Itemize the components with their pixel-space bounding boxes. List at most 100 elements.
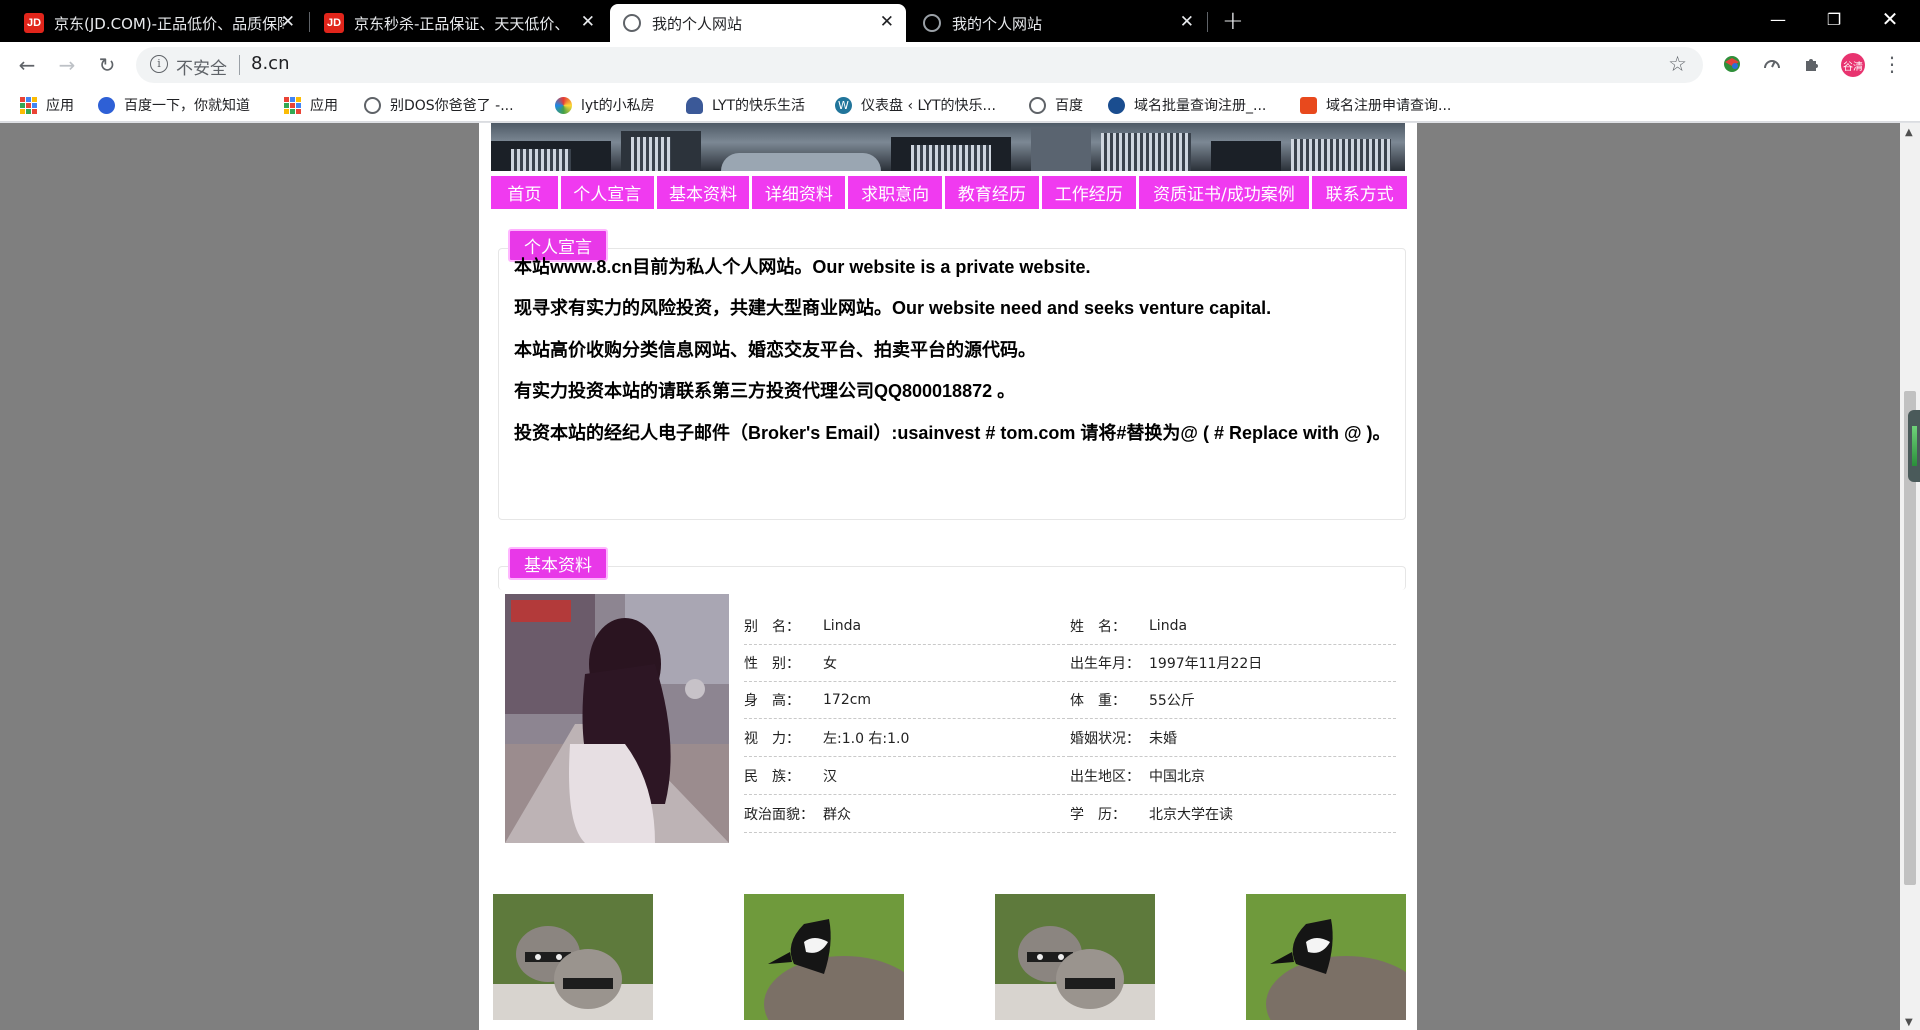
domain-register-icon bbox=[1300, 96, 1317, 114]
menu-kebab-icon[interactable]: ⋮ bbox=[1880, 52, 1904, 76]
bookmark-label: 应用 bbox=[46, 98, 74, 114]
bookmark-apps[interactable]: 应用 bbox=[20, 94, 74, 116]
close-tab-icon[interactable]: ✕ bbox=[1180, 13, 1194, 31]
speedometer-icon[interactable] bbox=[1760, 52, 1784, 76]
forward-arrow-icon[interactable]: → bbox=[52, 50, 82, 80]
nav-contact[interactable]: 联系方式 bbox=[1312, 176, 1408, 209]
bookmark-baidu[interactable]: 百度 bbox=[1029, 94, 1083, 116]
info-row: 学 历： 北京大学在读 bbox=[1070, 796, 1396, 833]
declaration-line: 本站高价收购分类信息网站、婚恋交友平台、拍卖平台的源代码。 bbox=[514, 340, 1036, 360]
tab-strip: JD 京东(JD.COM)-正品低价、品质保障 ✕ JD 京东秒杀-正品保证、天… bbox=[0, 0, 1920, 42]
info-row: 性 别： 女 bbox=[744, 645, 1070, 682]
reload-icon[interactable]: ↻ bbox=[92, 50, 122, 80]
profile-avatar[interactable]: 谷清 bbox=[1841, 53, 1865, 77]
bookmark-domain-register[interactable]: 域名注册申请查询... bbox=[1300, 94, 1451, 116]
info-label: 性 别： bbox=[744, 656, 800, 672]
bookmark-label: 别DOS你爸爸了 -... bbox=[390, 98, 514, 114]
info-value: 北京大学在读 bbox=[1149, 807, 1233, 823]
address-bar[interactable]: i 不安全 8.cn ☆ bbox=[136, 47, 1703, 83]
browser-tab-1[interactable]: JD 京东(JD.COM)-正品低价、品质保障 ✕ bbox=[12, 4, 307, 42]
wordpress-icon: W bbox=[835, 96, 852, 114]
bookmark-star-icon[interactable]: ☆ bbox=[1668, 52, 1687, 76]
flower-icon bbox=[555, 96, 572, 114]
minimize-icon[interactable]: — bbox=[1750, 0, 1806, 38]
bookmark-lyt-life[interactable]: LYT的快乐生活 bbox=[686, 94, 805, 116]
restore-icon[interactable]: ❐ bbox=[1806, 0, 1862, 38]
new-tab-plus-icon[interactable]: + bbox=[1222, 6, 1244, 36]
info-row: 身 高： 172cm bbox=[744, 682, 1070, 719]
info-label: 姓 名： bbox=[1070, 619, 1126, 635]
nav-declaration[interactable]: 个人宣言 bbox=[560, 176, 654, 209]
info-row: 婚姻状况： 未婚 bbox=[1070, 720, 1396, 757]
nav-work-experience[interactable]: 工作经历 bbox=[1041, 176, 1136, 209]
nav-detail-info[interactable]: 详细资料 bbox=[752, 176, 846, 209]
security-label[interactable]: 不安全 bbox=[176, 54, 227, 79]
declaration-line: 本站www.8.cn目前为私人个人网站。Our website is a pri… bbox=[514, 257, 1091, 277]
bookmark-apps-2[interactable]: 应用 bbox=[284, 94, 338, 116]
close-tab-icon[interactable]: ✕ bbox=[281, 13, 295, 31]
page-scrollbar[interactable]: ▲ ▼ bbox=[1900, 123, 1920, 1030]
info-value: 群众 bbox=[823, 807, 851, 823]
tab-separator bbox=[309, 12, 310, 32]
browser-tab-3-active[interactable]: 我的个人网站 ✕ bbox=[610, 4, 906, 42]
info-value: 中国北京 bbox=[1149, 769, 1205, 785]
goose-photo[interactable] bbox=[744, 894, 904, 1020]
tab-title: 京东(JD.COM)-正品低价、品质保障 bbox=[54, 14, 284, 33]
bookmark-label: 域名注册申请查询... bbox=[1326, 98, 1452, 114]
info-value: 172cm bbox=[823, 692, 872, 708]
nav-education[interactable]: 教育经历 bbox=[945, 176, 1039, 209]
info-value: 左:1.0 右:1.0 bbox=[823, 731, 910, 747]
info-icon[interactable]: i bbox=[150, 55, 168, 73]
goose-photo[interactable] bbox=[1246, 894, 1406, 1020]
bookmark-label: 仪表盘 ‹ LYT的快乐... bbox=[861, 98, 996, 114]
bookmark-dos[interactable]: 别DOS你爸爸了 -... bbox=[364, 94, 514, 116]
tab-title: 京东秒杀-正品保证、天天低价、 bbox=[354, 14, 570, 33]
bookmark-label: LYT的快乐生活 bbox=[712, 98, 806, 114]
close-tab-icon[interactable]: ✕ bbox=[880, 13, 894, 31]
bookmarks-bar: 应用 百度一下，你就知道 应用 别DOS你爸爸了 -... lyt的小私房 LY… bbox=[0, 88, 1920, 122]
bookmark-domain-batch[interactable]: 域名批量查询注册_... bbox=[1108, 94, 1266, 116]
raccoon-photo[interactable] bbox=[493, 894, 653, 1020]
declaration-line: 有实力投资本站的请联系第三方投资代理公司QQ800018872 。 bbox=[514, 381, 1016, 401]
info-row: 体 重： 55公斤 bbox=[1070, 682, 1396, 719]
raccoon-photo[interactable] bbox=[995, 894, 1155, 1020]
nav-certificates[interactable]: 资质证书/成功案例 bbox=[1138, 176, 1310, 209]
tab-title: 我的个人网站 bbox=[652, 14, 743, 33]
tab-separator bbox=[1207, 12, 1208, 32]
lightbulb-icon bbox=[686, 96, 703, 114]
browser-tab-2[interactable]: JD 京东秒杀-正品保证、天天低价、 ✕ bbox=[312, 4, 607, 42]
back-arrow-icon[interactable]: ← bbox=[12, 50, 42, 80]
jd-icon: JD bbox=[324, 13, 344, 33]
nav-basic-info[interactable]: 基本资料 bbox=[656, 176, 750, 209]
site-nav: 首页 个人宣言 基本资料 详细资料 求职意向 教育经历 工作经历 资质证书/成功… bbox=[491, 176, 1408, 209]
extension-globe-icon[interactable] bbox=[1720, 52, 1744, 76]
info-value: 55公斤 bbox=[1149, 693, 1195, 709]
info-value: 未婚 bbox=[1149, 731, 1177, 747]
declaration-line: 投资本站的经纪人电子邮件（Broker's Email）:usainvest #… bbox=[514, 423, 1391, 443]
bookmark-dashboard[interactable]: W 仪表盘 ‹ LYT的快乐... bbox=[835, 94, 996, 116]
domain-globe-icon bbox=[1108, 96, 1125, 114]
side-widget-gauge-icon[interactable] bbox=[1908, 410, 1920, 482]
scroll-down-arrow-icon[interactable]: ▼ bbox=[1905, 1017, 1913, 1028]
info-label: 体 重： bbox=[1070, 693, 1126, 709]
bookmark-lyt-room[interactable]: lyt的小私房 bbox=[555, 94, 655, 116]
info-value: 女 bbox=[823, 656, 837, 672]
nav-job-intention[interactable]: 求职意向 bbox=[848, 176, 943, 209]
scroll-up-arrow-icon[interactable]: ▲ bbox=[1905, 127, 1913, 138]
apps-grid-icon bbox=[20, 96, 37, 114]
close-window-icon[interactable]: ✕ bbox=[1862, 0, 1918, 38]
bookmark-baidu-search[interactable]: 百度一下，你就知道 bbox=[98, 94, 250, 116]
nav-home[interactable]: 首页 bbox=[491, 176, 558, 209]
bookmark-label: 应用 bbox=[310, 98, 338, 114]
globe-icon bbox=[1029, 96, 1046, 114]
info-value: 汉 bbox=[823, 769, 837, 785]
close-tab-icon[interactable]: ✕ bbox=[581, 13, 595, 31]
puzzle-extensions-icon[interactable] bbox=[1800, 52, 1824, 76]
info-row: 政治面貌： 群众 bbox=[744, 796, 1070, 833]
bookmark-label: 百度 bbox=[1055, 98, 1083, 114]
info-label: 婚姻状况： bbox=[1070, 731, 1140, 747]
url-text[interactable]: 8.cn bbox=[251, 53, 289, 74]
info-value: Linda bbox=[823, 618, 862, 634]
browser-tab-4[interactable]: 我的个人网站 ✕ bbox=[910, 4, 1206, 42]
info-label: 出生地区： bbox=[1070, 769, 1140, 785]
